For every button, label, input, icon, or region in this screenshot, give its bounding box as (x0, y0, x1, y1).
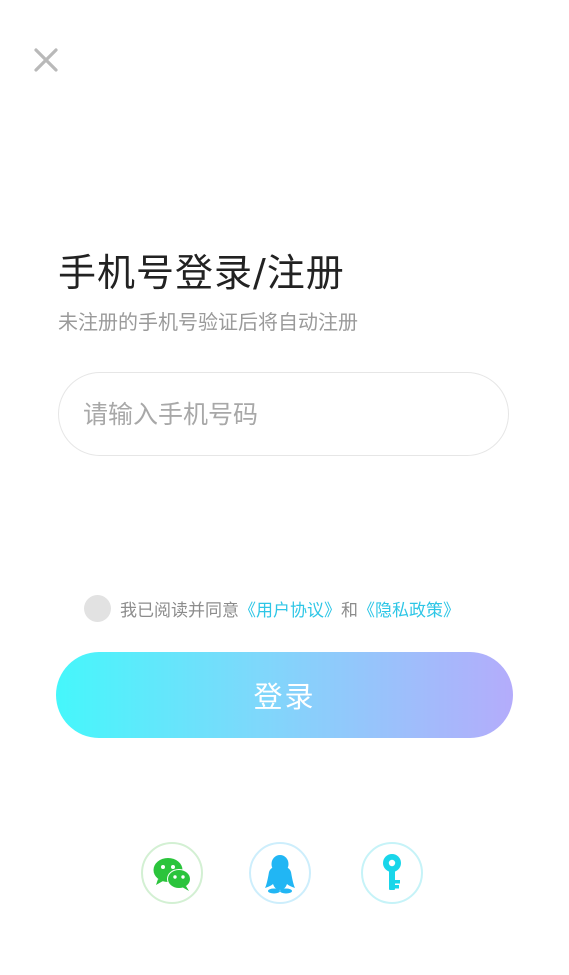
close-button[interactable] (30, 44, 62, 76)
wechat-login-button[interactable] (141, 842, 203, 904)
page-subtitle: 未注册的手机号验证后将自动注册 (58, 310, 358, 334)
key-icon (383, 854, 401, 890)
user-agreement-link[interactable]: 《用户协议》 (239, 596, 341, 621)
agreement-checkbox[interactable] (84, 594, 111, 622)
agreement-conjunction: 和 (341, 600, 358, 621)
qq-login-button[interactable] (249, 842, 311, 904)
agreement-prefix: 我已阅读并同意 (120, 600, 239, 621)
qq-penguin-icon (265, 855, 295, 894)
wechat-icon (153, 858, 191, 891)
key-login-button[interactable] (361, 842, 423, 904)
phone-input[interactable] (83, 373, 483, 455)
close-icon (34, 48, 58, 72)
login-button[interactable]: 登录 (56, 652, 513, 738)
agreement-row: 我已阅读并同意 《用户协议》 和 《隐私政策》 (84, 594, 460, 622)
phone-field-container (58, 372, 509, 456)
privacy-policy-link[interactable]: 《隐私政策》 (358, 596, 460, 621)
login-button-label: 登录 (253, 680, 316, 714)
page-title: 手机号登录/注册 (58, 251, 345, 295)
